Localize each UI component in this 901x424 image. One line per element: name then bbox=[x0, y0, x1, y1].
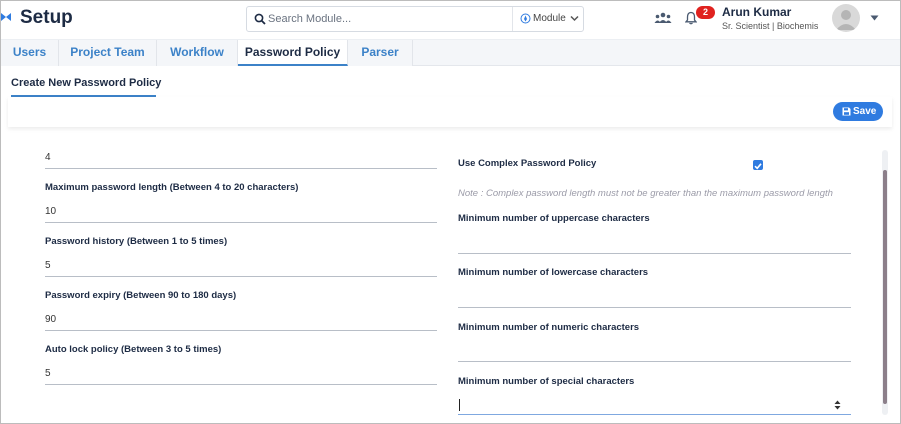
chevron-down-icon bbox=[570, 15, 579, 22]
text-caret bbox=[459, 399, 460, 411]
tab-bar: Users Project Team Workflow Password Pol… bbox=[1, 39, 900, 66]
complex-policy-label: Use Complex Password Policy bbox=[458, 158, 597, 169]
min-length-value[interactable]: 4 bbox=[45, 152, 51, 163]
max-length-label: Maximum password length (Between 4 to 20… bbox=[45, 182, 299, 193]
module-label: Module bbox=[533, 13, 566, 24]
search-box: Module bbox=[246, 6, 584, 32]
max-length-underline bbox=[45, 222, 437, 223]
autolock-underline bbox=[45, 384, 437, 385]
tab-project-team[interactable]: Project Team bbox=[59, 40, 157, 66]
tab-workflow[interactable]: Workflow bbox=[157, 40, 238, 66]
tab-parser[interactable]: Parser bbox=[348, 40, 413, 66]
complex-policy-checkbox[interactable] bbox=[753, 160, 763, 170]
special-label: Minimum number of special characters bbox=[458, 376, 635, 387]
tab-users[interactable]: Users bbox=[1, 40, 59, 66]
expiry-value[interactable]: 90 bbox=[45, 314, 56, 325]
autolock-value[interactable]: 5 bbox=[45, 368, 51, 379]
scrollbar-thumb[interactable] bbox=[883, 170, 887, 404]
avatar-icon bbox=[836, 10, 856, 30]
special-chars-stepper[interactable] bbox=[458, 396, 851, 415]
page-title: Create New Password Policy bbox=[11, 77, 162, 89]
save-label: Save bbox=[853, 106, 877, 117]
uppercase-label: Minimum number of uppercase characters bbox=[458, 213, 650, 224]
autolock-label: Auto lock policy (Between 3 to 5 times) bbox=[45, 344, 222, 355]
user-role: Sr. Scientist | Biochemis bbox=[722, 21, 819, 31]
team-icon[interactable] bbox=[654, 12, 672, 25]
complexity-note: Note : Complex password length must not … bbox=[458, 188, 833, 199]
tab-password-policy[interactable]: Password Policy bbox=[238, 40, 348, 66]
collapse-icon[interactable] bbox=[1, 10, 11, 24]
numeric-underline bbox=[458, 361, 851, 362]
save-button[interactable]: Save bbox=[833, 102, 883, 121]
search-input[interactable] bbox=[268, 10, 508, 28]
uppercase-underline bbox=[458, 253, 851, 254]
stepper-arrows-icon[interactable] bbox=[834, 400, 841, 410]
app-title: Setup bbox=[20, 7, 73, 28]
history-label: Password history (Between 1 to 5 times) bbox=[45, 236, 228, 247]
history-underline bbox=[45, 276, 437, 277]
notification-badge: 2 bbox=[696, 6, 715, 19]
module-select[interactable]: Module bbox=[512, 7, 584, 31]
module-icon bbox=[520, 13, 531, 24]
avatar[interactable] bbox=[832, 4, 860, 32]
user-name: Arun Kumar bbox=[722, 5, 792, 19]
max-length-value[interactable]: 10 bbox=[45, 206, 56, 217]
top-header: Setup Module 2 Arun Kumar Sr. Sci bbox=[1, 1, 900, 39]
expiry-underline bbox=[45, 330, 437, 331]
min-length-underline bbox=[45, 168, 437, 169]
search-icon bbox=[254, 13, 266, 25]
chevron-down-icon[interactable] bbox=[870, 15, 879, 21]
expiry-label: Password expiry (Between 90 to 180 days) bbox=[45, 290, 237, 301]
lowercase-underline bbox=[458, 307, 851, 308]
history-value[interactable]: 5 bbox=[45, 260, 51, 271]
checkmark-icon bbox=[754, 163, 762, 170]
toolbar-card bbox=[8, 97, 892, 127]
numeric-label: Minimum number of numeric characters bbox=[458, 322, 640, 333]
save-icon bbox=[842, 107, 851, 116]
lowercase-label: Minimum number of lowercase characters bbox=[458, 267, 649, 278]
